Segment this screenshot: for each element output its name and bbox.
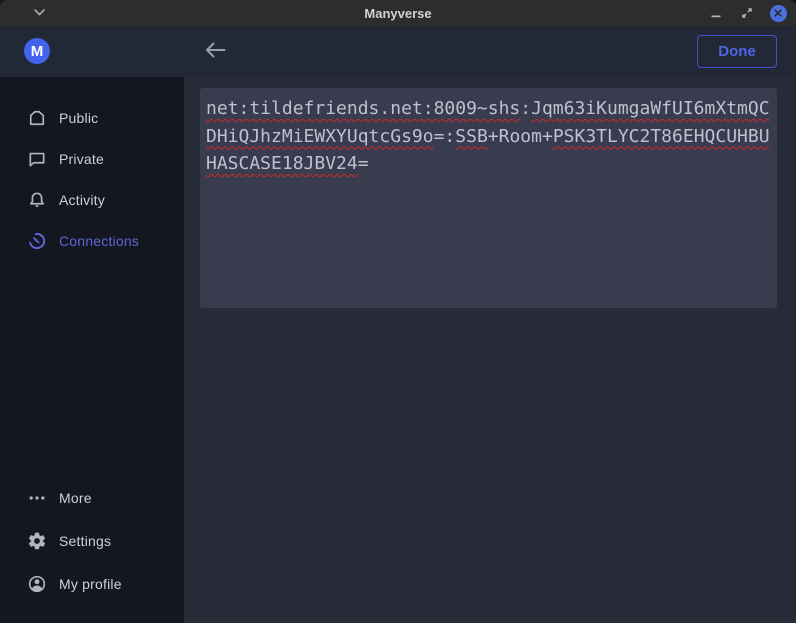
misspelled-text: PSK3TLYC2T86EHQCUHBU	[553, 126, 770, 147]
ellipsis-icon	[27, 488, 47, 508]
gear-icon	[27, 531, 47, 551]
window-title: Manyverse	[364, 6, 431, 21]
sidebar-item-more[interactable]: More	[0, 476, 184, 519]
sidebar: Public Private Activity Connections More Set…	[0, 77, 184, 623]
misspelled-text: Jqm63iKumgaWfUI6mXtmQC	[531, 98, 769, 119]
minimize-button[interactable]	[707, 4, 725, 22]
bell-icon	[27, 190, 47, 210]
sidebar-item-label: Activity	[59, 192, 105, 208]
connections-dial-icon	[27, 231, 47, 251]
arrow-left-icon	[204, 41, 226, 59]
back-button[interactable]	[204, 41, 228, 61]
sidebar-item-settings[interactable]: Settings	[0, 519, 184, 562]
sidebar-item-label: My profile	[59, 576, 122, 592]
misspelled-text: net:tildefriends.net:8009~shs	[206, 98, 520, 119]
invite-code-input[interactable]: net:tildefriends.net:8009~shs:Jqm63iKumg…	[200, 88, 777, 308]
invite-code-line: net:tildefriends.net:8009~shs:Jqm63iKumg…	[206, 95, 771, 123]
code-text: :	[520, 98, 531, 119]
misspelled-text: HASCASE18JBV24	[206, 153, 358, 174]
code-text: +Room+	[488, 126, 553, 147]
misspelled-text: DHiQJhzMiEWXYUqtcGs9o	[206, 126, 434, 147]
sidebar-bottom-nav: More Settings My profile	[0, 476, 184, 605]
sidebar-item-my-profile[interactable]: My profile	[0, 562, 184, 605]
code-text: =:	[434, 126, 456, 147]
sidebar-item-private[interactable]: Private	[0, 138, 184, 179]
minimize-icon	[710, 7, 722, 19]
sidebar-item-connections[interactable]: Connections	[0, 220, 184, 261]
main-content: net:tildefriends.net:8009~shs:Jqm63iKumg…	[184, 77, 796, 623]
invite-code-line: HASCASE18JBV24=	[206, 150, 771, 178]
app-header: M Done	[0, 26, 796, 77]
sidebar-item-label: Settings	[59, 533, 111, 549]
account-circle-icon	[27, 574, 47, 594]
sidebar-item-label: Connections	[59, 233, 139, 249]
misspelled-text: SSB	[455, 126, 488, 147]
invite-code-line: DHiQJhzMiEWXYUqtcGs9o=:SSB+Room+PSK3TLYC…	[206, 123, 771, 151]
app-window: Manyverse M Done	[0, 0, 796, 623]
sidebar-item-activity[interactable]: Activity	[0, 179, 184, 220]
window-controls	[707, 0, 787, 26]
close-button[interactable]	[769, 4, 787, 22]
app-body: Public Private Activity Connections More Set…	[0, 77, 796, 623]
chevron-down-icon[interactable]	[33, 8, 46, 17]
done-button[interactable]: Done	[697, 35, 777, 68]
restore-button[interactable]	[738, 4, 756, 22]
sidebar-main-nav: Public Private Activity Connections	[0, 97, 184, 261]
close-icon	[770, 5, 787, 22]
sidebar-item-label: Public	[59, 110, 98, 126]
bulletin-board-icon	[27, 108, 47, 128]
code-text: =	[358, 153, 369, 174]
sidebar-item-label: More	[59, 490, 92, 506]
message-bubble-icon	[27, 149, 47, 169]
manyverse-logo: M	[24, 38, 50, 64]
restore-icon	[741, 7, 753, 19]
titlebar: Manyverse	[0, 0, 796, 26]
sidebar-item-public[interactable]: Public	[0, 97, 184, 138]
sidebar-item-label: Private	[59, 151, 104, 167]
